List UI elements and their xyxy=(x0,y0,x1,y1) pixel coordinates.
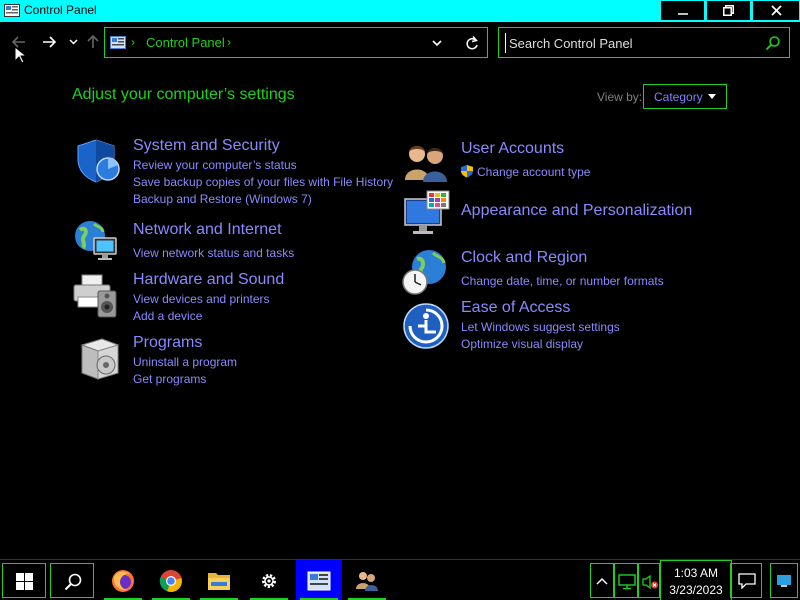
recent-locations-button[interactable] xyxy=(64,32,82,52)
clock-time: 1:03 AM xyxy=(673,566,719,580)
uac-shield-icon xyxy=(461,165,473,178)
taskbar-search-button[interactable] xyxy=(50,563,94,598)
breadcrumb-separator[interactable]: › xyxy=(131,35,135,49)
taskbar-control-panel[interactable] xyxy=(296,560,342,600)
firefox-icon xyxy=(112,569,134,592)
breadcrumb-control-panel[interactable]: Control Panel xyxy=(146,35,225,50)
link-uninstall-program[interactable]: Uninstall a program xyxy=(133,355,237,369)
page-title: Adjust your computer’s settings xyxy=(72,86,295,103)
category-system-security[interactable]: System and Security xyxy=(133,137,280,155)
windows-logo-icon xyxy=(16,573,33,590)
breadcrumb-separator[interactable]: › xyxy=(227,35,231,49)
forward-button[interactable] xyxy=(40,32,58,52)
restore-button[interactable] xyxy=(706,0,751,21)
link-suggest-settings[interactable]: Let Windows suggest settings xyxy=(461,320,620,334)
users-icon xyxy=(356,571,378,591)
category-appearance[interactable]: Appearance and Personalization xyxy=(461,202,692,220)
close-icon xyxy=(770,5,782,16)
refresh-button[interactable] xyxy=(465,34,481,52)
window-title: Control Panel xyxy=(24,3,97,17)
view-by-value: Category xyxy=(654,90,703,104)
clock-date: 3/23/2023 xyxy=(669,583,723,597)
chevron-down-icon xyxy=(432,40,442,47)
show-hidden-icons-button[interactable] xyxy=(590,563,614,598)
volume-tray-icon-button[interactable] xyxy=(638,563,660,598)
search-icon xyxy=(64,573,82,591)
volume-muted-icon xyxy=(642,574,658,590)
hardware-printer-icon[interactable] xyxy=(72,271,120,319)
forward-arrow-icon xyxy=(43,36,56,48)
chrome-icon xyxy=(159,569,182,592)
user-accounts-icon[interactable] xyxy=(403,140,451,188)
taskbar: 1:03 AM 3/23/2023 xyxy=(0,559,800,600)
appearance-monitor-icon[interactable] xyxy=(403,189,451,237)
control-panel-icon xyxy=(307,571,331,590)
notification-icon xyxy=(738,573,756,589)
search-input[interactable] xyxy=(505,33,760,53)
link-optimize-display[interactable]: Optimize visual display xyxy=(461,337,583,351)
category-clock-region[interactable]: Clock and Region xyxy=(461,249,587,267)
clock-region-icon[interactable] xyxy=(401,249,449,297)
category-user-accounts[interactable]: User Accounts xyxy=(461,140,564,158)
chevron-up-icon xyxy=(596,577,608,585)
show-desktop-button[interactable] xyxy=(770,563,798,598)
taskbar-clock[interactable]: 1:03 AM 3/23/2023 xyxy=(660,560,732,600)
link-backup-restore[interactable]: Backup and Restore (Windows 7) xyxy=(133,192,312,206)
mouse-cursor-icon xyxy=(14,46,26,64)
search-box[interactable] xyxy=(498,27,790,58)
link-get-programs[interactable]: Get programs xyxy=(133,372,206,386)
refresh-icon xyxy=(466,36,478,50)
network-tray-icon-button[interactable] xyxy=(614,563,638,598)
desktop-icon xyxy=(777,575,791,587)
minimize-button[interactable] xyxy=(660,0,705,21)
link-change-account-type[interactable]: Change account type xyxy=(477,165,590,179)
folder-icon xyxy=(208,572,230,590)
start-button[interactable] xyxy=(2,563,46,598)
category-network-internet[interactable]: Network and Internet xyxy=(133,221,282,239)
address-bar[interactable]: › Control Panel › xyxy=(104,27,488,58)
link-add-device[interactable]: Add a device xyxy=(133,309,202,323)
category-hardware-sound[interactable]: Hardware and Sound xyxy=(133,271,284,289)
control-panel-icon xyxy=(110,36,126,49)
chevron-down-icon xyxy=(708,94,716,99)
taskbar-chrome[interactable] xyxy=(148,560,194,600)
address-dropdown-button[interactable] xyxy=(431,34,447,52)
gear-icon xyxy=(262,573,276,588)
network-icon xyxy=(618,574,636,590)
restore-icon xyxy=(723,5,734,16)
programs-box-icon[interactable] xyxy=(76,335,124,383)
category-ease-of-access[interactable]: Ease of Access xyxy=(461,299,570,317)
control-panel-icon xyxy=(4,4,20,17)
search-icon[interactable] xyxy=(765,35,781,51)
category-programs[interactable]: Programs xyxy=(133,334,202,352)
taskbar-user-accounts[interactable] xyxy=(344,560,390,600)
title-bar: Control Panel xyxy=(0,0,800,22)
link-network-status[interactable]: View network status and tasks xyxy=(133,246,294,260)
system-security-shield-icon[interactable] xyxy=(74,137,122,185)
view-by-dropdown[interactable]: Category xyxy=(643,84,727,109)
taskbar-firefox[interactable] xyxy=(100,560,146,600)
link-devices-printers[interactable]: View devices and printers xyxy=(133,292,270,306)
view-by-label: View by: xyxy=(597,90,643,104)
network-globe-icon[interactable] xyxy=(72,216,120,264)
up-arrow-icon xyxy=(87,35,99,48)
notifications-button[interactable] xyxy=(730,563,762,598)
taskbar-settings[interactable] xyxy=(246,560,292,600)
link-file-history[interactable]: Save backup copies of your files with Fi… xyxy=(133,175,393,189)
close-button[interactable] xyxy=(752,0,800,21)
chevron-down-icon xyxy=(68,39,78,45)
minimize-icon xyxy=(677,12,688,15)
link-date-time-formats[interactable]: Change date, time, or number formats xyxy=(461,274,664,288)
taskbar-file-explorer[interactable] xyxy=(196,560,242,600)
link-review-status[interactable]: Review your computer’s status xyxy=(133,158,297,172)
ease-of-access-icon[interactable] xyxy=(402,302,450,350)
up-button[interactable] xyxy=(84,32,102,52)
